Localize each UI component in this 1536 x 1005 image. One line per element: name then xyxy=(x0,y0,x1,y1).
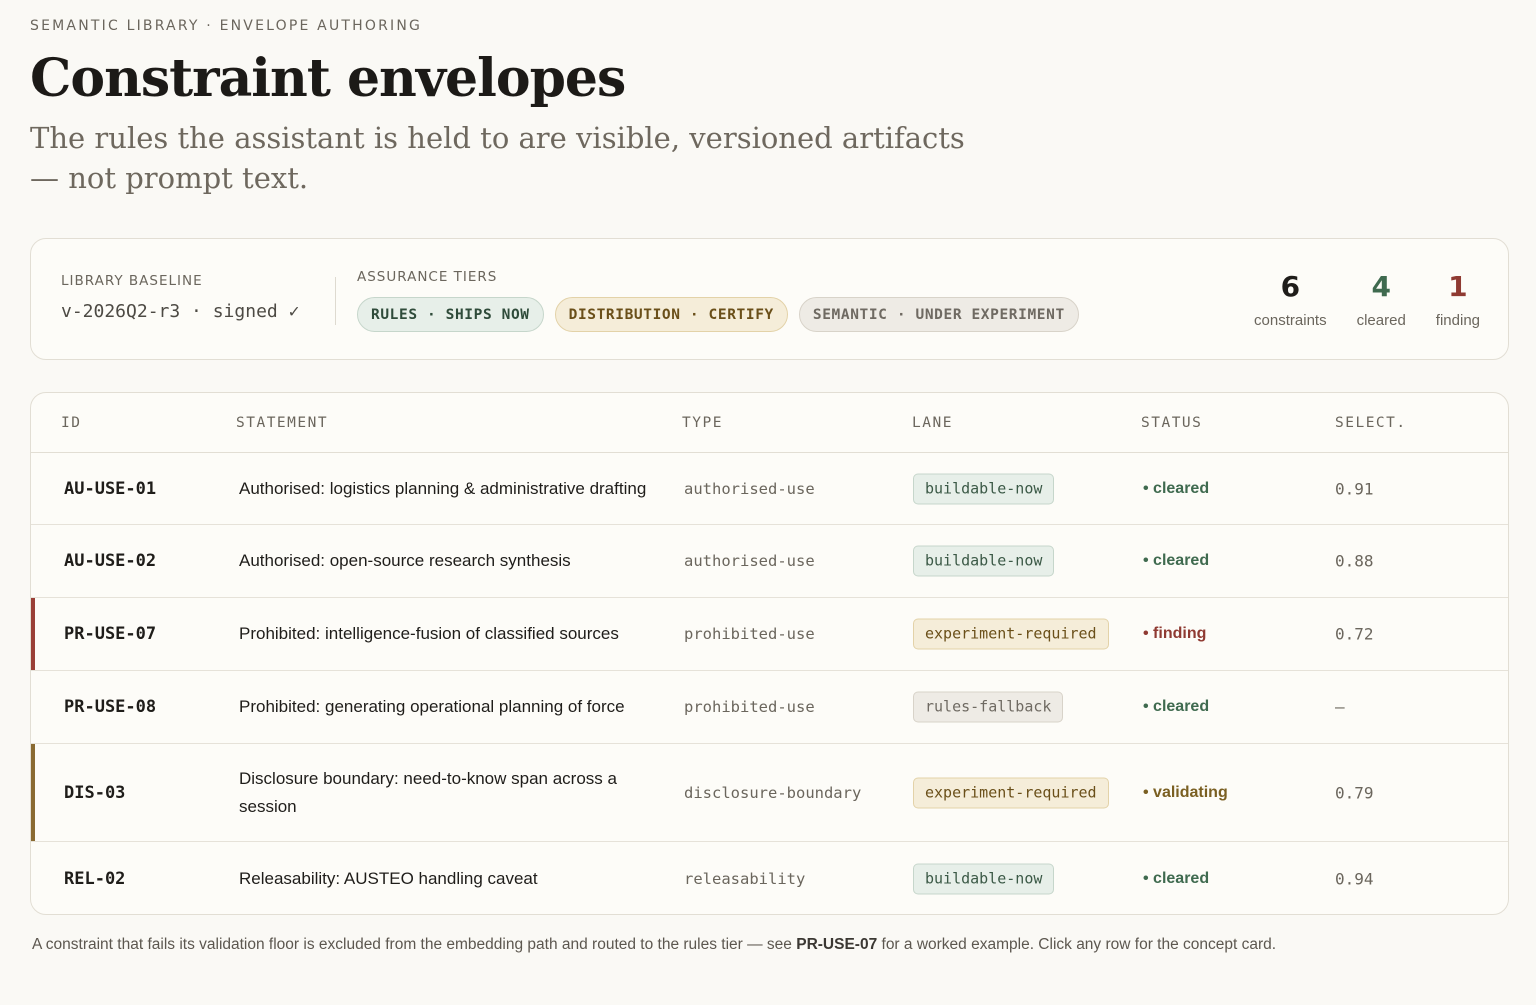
selectivity-value: 0.72 xyxy=(1335,624,1374,644)
status-cell: • finding xyxy=(1143,625,1206,643)
selectivity-value: 0.79 xyxy=(1335,783,1374,802)
selectivity-value: 0.91 xyxy=(1335,479,1374,498)
library-baseline: LIBRARY BASELINE v-2026Q2-r3 · signed ✓ xyxy=(61,273,299,322)
lane-badge: buildable-now xyxy=(913,473,1055,504)
footnote-text-before: A constraint that fails its validation f… xyxy=(32,936,797,953)
status-badge: • finding xyxy=(1143,625,1207,642)
table-row[interactable]: DIS-03 Disclosure boundary: need-to-know … xyxy=(31,744,1508,842)
lane-cell: buildable-now xyxy=(913,545,1055,577)
table-row[interactable]: PR-USE-08 Prohibited: generating operatio… xyxy=(31,671,1508,744)
lane-cell: buildable-now xyxy=(913,473,1055,504)
tier-chip[interactable]: SEMANTIC · UNDER EXPERIMENT xyxy=(798,297,1079,332)
status-badge: • cleared xyxy=(1143,479,1210,497)
status-badge: • validating xyxy=(1143,783,1228,801)
stat-value: 4 xyxy=(1371,270,1391,303)
table-row[interactable]: AU-USE-01 Authorised: logistics planning … xyxy=(31,453,1508,525)
lane-badge: experiment-required xyxy=(913,618,1109,650)
summary-stats: 6 constraints 4 cleared 1 finding xyxy=(1254,269,1480,329)
tier-chip[interactable]: RULES · SHIPS NOW xyxy=(357,297,544,332)
footnote-text-after: for a worked example. Click any row for … xyxy=(877,936,1277,953)
constraint-id: PR-USE-08 xyxy=(64,697,157,717)
constraints-table: ID STATEMENT TYPE LANE STATUS SELECT. AU-USE-… xyxy=(30,392,1509,915)
status-badge: • cleared xyxy=(1143,552,1210,569)
tiers-label: ASSURANCE TIERS xyxy=(357,269,498,285)
lane-badge: buildable-now xyxy=(913,545,1055,577)
constraint-id: DIS-03 xyxy=(64,782,126,803)
constraint-type: prohibited-use xyxy=(684,625,815,643)
table-row[interactable]: REL-02 Releasability: AUSTEO handling cav… xyxy=(31,842,1508,914)
table-row[interactable]: AU-USE-02 Authorised: open-source researc… xyxy=(31,525,1508,598)
status-badge: • cleared xyxy=(1143,698,1210,715)
stat-label: cleared xyxy=(1356,312,1406,329)
stat-cleared: 4 cleared xyxy=(1357,269,1406,329)
stat-label: finding xyxy=(1435,312,1480,329)
status-cell: • cleared xyxy=(1143,870,1209,888)
constraint-type: prohibited-use xyxy=(684,698,815,716)
constraint-statement: Authorised: open-source research synthes… xyxy=(239,551,571,570)
status-cell: • cleared xyxy=(1143,552,1209,570)
constraint-type: authorised-use xyxy=(684,552,815,570)
status-cell: • cleared xyxy=(1143,480,1209,498)
constraint-type: authorised-use xyxy=(684,479,815,498)
baseline-version: v-2026Q2-r3 · signed ✓ xyxy=(61,301,300,322)
constraint-statement: Prohibited: intelligence-fusion of class… xyxy=(239,624,619,643)
constraint-id: PR-USE-07 xyxy=(64,624,157,644)
column-header-id[interactable]: ID xyxy=(61,415,81,431)
stat-label: constraints xyxy=(1254,312,1327,329)
lane-badge: experiment-required xyxy=(913,777,1109,808)
column-header-statement[interactable]: STATEMENT xyxy=(236,415,328,431)
assurance-tiers: ASSURANCE TIERS RULES · SHIPS NOW DISTRIB… xyxy=(357,269,1079,332)
column-header-select[interactable]: SELECT. xyxy=(1335,415,1407,431)
page-title: Constraint envelopes xyxy=(30,48,626,109)
constraint-id: AU-USE-02 xyxy=(64,551,157,571)
constraint-id: REL-02 xyxy=(64,868,126,889)
table-header: ID STATEMENT TYPE LANE STATUS SELECT. xyxy=(31,393,1508,453)
lane-badge: rules-fallback xyxy=(913,691,1064,723)
baseline-label: LIBRARY BASELINE xyxy=(61,273,203,289)
constraint-type: releasability xyxy=(684,869,806,888)
column-header-lane[interactable]: LANE xyxy=(912,415,953,431)
constraint-id: AU-USE-01 xyxy=(64,478,157,499)
stat-finding: 1 finding xyxy=(1436,269,1480,329)
divider xyxy=(335,277,336,325)
selectivity-value: 0.88 xyxy=(1335,551,1374,571)
constraint-statement: Prohibited: generating operational plann… xyxy=(239,697,625,716)
lane-cell: experiment-required xyxy=(913,777,1109,808)
constraint-statement: Disclosure boundary: need-to-know span a… xyxy=(239,768,617,816)
selectivity-value: 0.94 xyxy=(1335,869,1374,888)
breadcrumb: SEMANTIC LIBRARY · ENVELOPE AUTHORING xyxy=(30,18,423,34)
tier-chip[interactable]: DISTRIBUTION · CERTIFY xyxy=(554,297,788,332)
status-cell: • validating xyxy=(1143,784,1228,802)
footnote-ref-link[interactable]: PR-USE-07 xyxy=(796,936,877,953)
selectivity-value: — xyxy=(1335,697,1345,717)
table-body: AU-USE-01 Authorised: logistics planning … xyxy=(31,453,1508,914)
table-row[interactable]: PR-USE-07 Prohibited: intelligence-fusion… xyxy=(31,598,1508,671)
lane-cell: rules-fallback xyxy=(913,691,1064,723)
constraint-type: disclosure-boundary xyxy=(684,783,862,802)
stat-value: 6 xyxy=(1280,270,1301,303)
lane-cell: buildable-now xyxy=(913,863,1055,894)
status-badge: • cleared xyxy=(1143,869,1210,887)
stat-value: 1 xyxy=(1448,270,1468,303)
column-header-status[interactable]: STATUS xyxy=(1141,415,1202,431)
baseline-card: LIBRARY BASELINE v-2026Q2-r3 · signed ✓ … xyxy=(30,238,1509,360)
footnote: A constraint that fails its validation f… xyxy=(32,936,1276,954)
lane-cell: experiment-required xyxy=(913,618,1109,650)
constraint-statement: Authorised: logistics planning & adminis… xyxy=(239,478,647,498)
constraint-statement: Releasability: AUSTEO handling caveat xyxy=(239,868,538,888)
page-subtitle: The rules the assistant is held to are v… xyxy=(30,121,965,195)
column-header-type[interactable]: TYPE xyxy=(682,415,723,431)
lane-badge: buildable-now xyxy=(913,863,1055,894)
stat-constraints: 6 constraints xyxy=(1254,269,1327,329)
status-cell: • cleared xyxy=(1143,698,1209,716)
tier-chip-list: RULES · SHIPS NOW DISTRIBUTION · CERTIFY S… xyxy=(357,297,1079,332)
